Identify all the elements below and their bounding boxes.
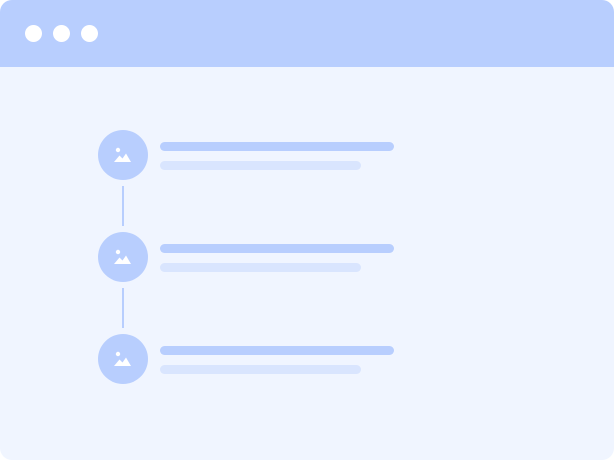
- list-item-avatar: [98, 130, 148, 180]
- list-item-avatar: [98, 232, 148, 282]
- timeline-connector: [122, 186, 124, 226]
- timeline-connector: [122, 288, 124, 328]
- list-item-title-placeholder: [160, 244, 394, 253]
- list-item-subtitle-placeholder: [160, 161, 361, 170]
- browser-window: [0, 0, 614, 460]
- window-control-dot[interactable]: [53, 25, 70, 42]
- list-item-title-placeholder: [160, 142, 394, 151]
- list-item-avatar: [98, 334, 148, 384]
- image-icon: [114, 147, 131, 162]
- image-icon: [114, 351, 131, 366]
- list-item-subtitle-placeholder: [160, 365, 361, 374]
- list-item-subtitle-placeholder: [160, 263, 361, 272]
- title-bar: [0, 0, 614, 67]
- window-control-dot[interactable]: [25, 25, 42, 42]
- window-control-dot[interactable]: [81, 25, 98, 42]
- image-icon: [114, 249, 131, 264]
- list-item-title-placeholder: [160, 346, 394, 355]
